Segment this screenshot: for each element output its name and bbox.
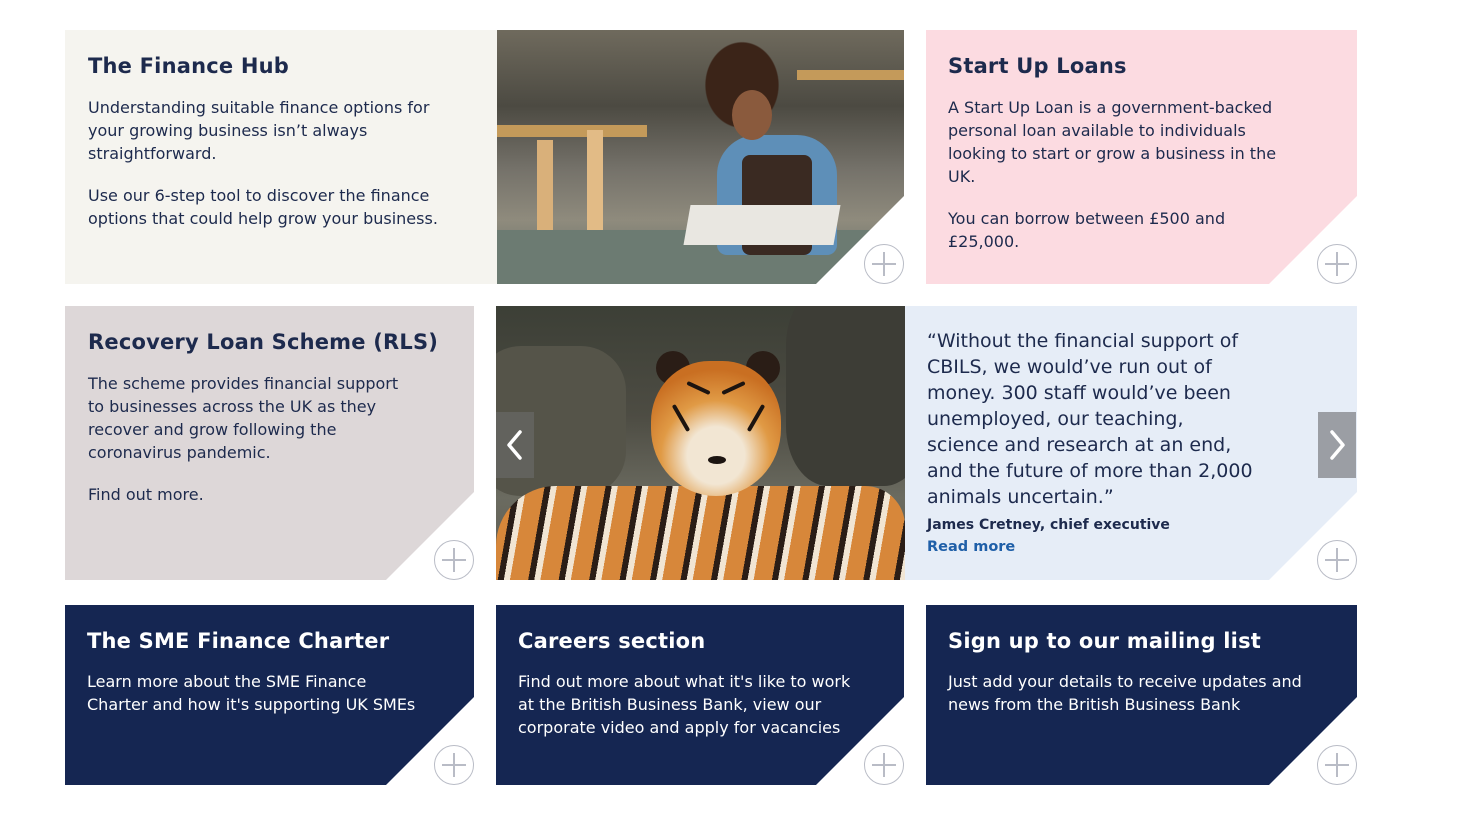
plus-circle-icon[interactable] [864, 244, 904, 284]
sme-finance-charter-card[interactable]: The SME Finance Charter Learn more about… [65, 605, 474, 785]
start-up-loans-text-1: A Start Up Loan is a government-backed p… [948, 98, 1277, 186]
plus-circle-icon[interactable] [1317, 244, 1357, 284]
finance-hub-text-1: Understanding suitable finance options f… [88, 98, 430, 163]
start-up-loans-text-2: You can borrow between £500 and £25,000. [948, 209, 1226, 251]
workshop-photo [497, 30, 904, 284]
carousel-prev-button[interactable] [496, 412, 534, 478]
read-more-link[interactable]: Read more [927, 539, 1015, 555]
rls-title: Recovery Loan Scheme (RLS) [88, 330, 439, 354]
mailing-list-card[interactable]: Sign up to our mailing list Just add you… [926, 605, 1357, 785]
shelf-graphic [797, 70, 904, 80]
plus-circle-icon[interactable] [1317, 745, 1357, 785]
shelf-graphic [497, 125, 647, 137]
rls-text-1: The scheme provides financial support to… [88, 374, 399, 462]
recovery-loan-scheme-card[interactable]: Recovery Loan Scheme (RLS) The scheme pr… [65, 306, 474, 580]
plus-circle-icon[interactable] [434, 745, 474, 785]
plus-circle-icon[interactable] [1317, 540, 1357, 580]
chevron-right-icon [1330, 430, 1345, 460]
tiger-nose-graphic [708, 456, 726, 464]
mailing-list-title: Sign up to our mailing list [948, 629, 1262, 653]
tiger-head-graphic [651, 361, 781, 496]
start-up-loans-title: Start Up Loans [948, 54, 1127, 78]
mailing-list-text: Just add your details to receive updates… [948, 672, 1302, 714]
start-up-loans-card[interactable]: Start Up Loans A Start Up Loan is a gove… [926, 30, 1357, 284]
finance-hub-title: The Finance Hub [88, 54, 290, 78]
plus-circle-icon[interactable] [434, 540, 474, 580]
wood-frame-graphic [537, 140, 553, 240]
sme-charter-text: Learn more about the SME Finance Charter… [87, 672, 416, 714]
testimonial-quote: “Without the financial support of CBILS,… [927, 330, 1253, 508]
careers-text: Find out more about what it's like to wo… [518, 672, 851, 737]
person-face-graphic [732, 90, 772, 140]
carousel-next-button[interactable] [1318, 412, 1356, 478]
plus-circle-icon[interactable] [864, 745, 904, 785]
careers-title: Careers section [518, 629, 706, 653]
tiger-photo [496, 306, 905, 580]
finance-hub-text-2: Use our 6-step tool to discover the fina… [88, 186, 438, 228]
finance-hub-card[interactable]: The Finance Hub Understanding suitable f… [65, 30, 497, 284]
tiger-body-graphic [496, 486, 905, 580]
rock-graphic [786, 306, 905, 486]
testimonial-author: James Cretney, chief executive [927, 517, 1170, 533]
testimonial-carousel: “Without the financial support of CBILS,… [496, 306, 1357, 580]
rls-text-2: Find out more. [88, 485, 204, 504]
sme-charter-title: The SME Finance Charter [87, 629, 390, 653]
careers-card[interactable]: Careers section Find out more about what… [496, 605, 904, 785]
chevron-left-icon [507, 430, 522, 460]
